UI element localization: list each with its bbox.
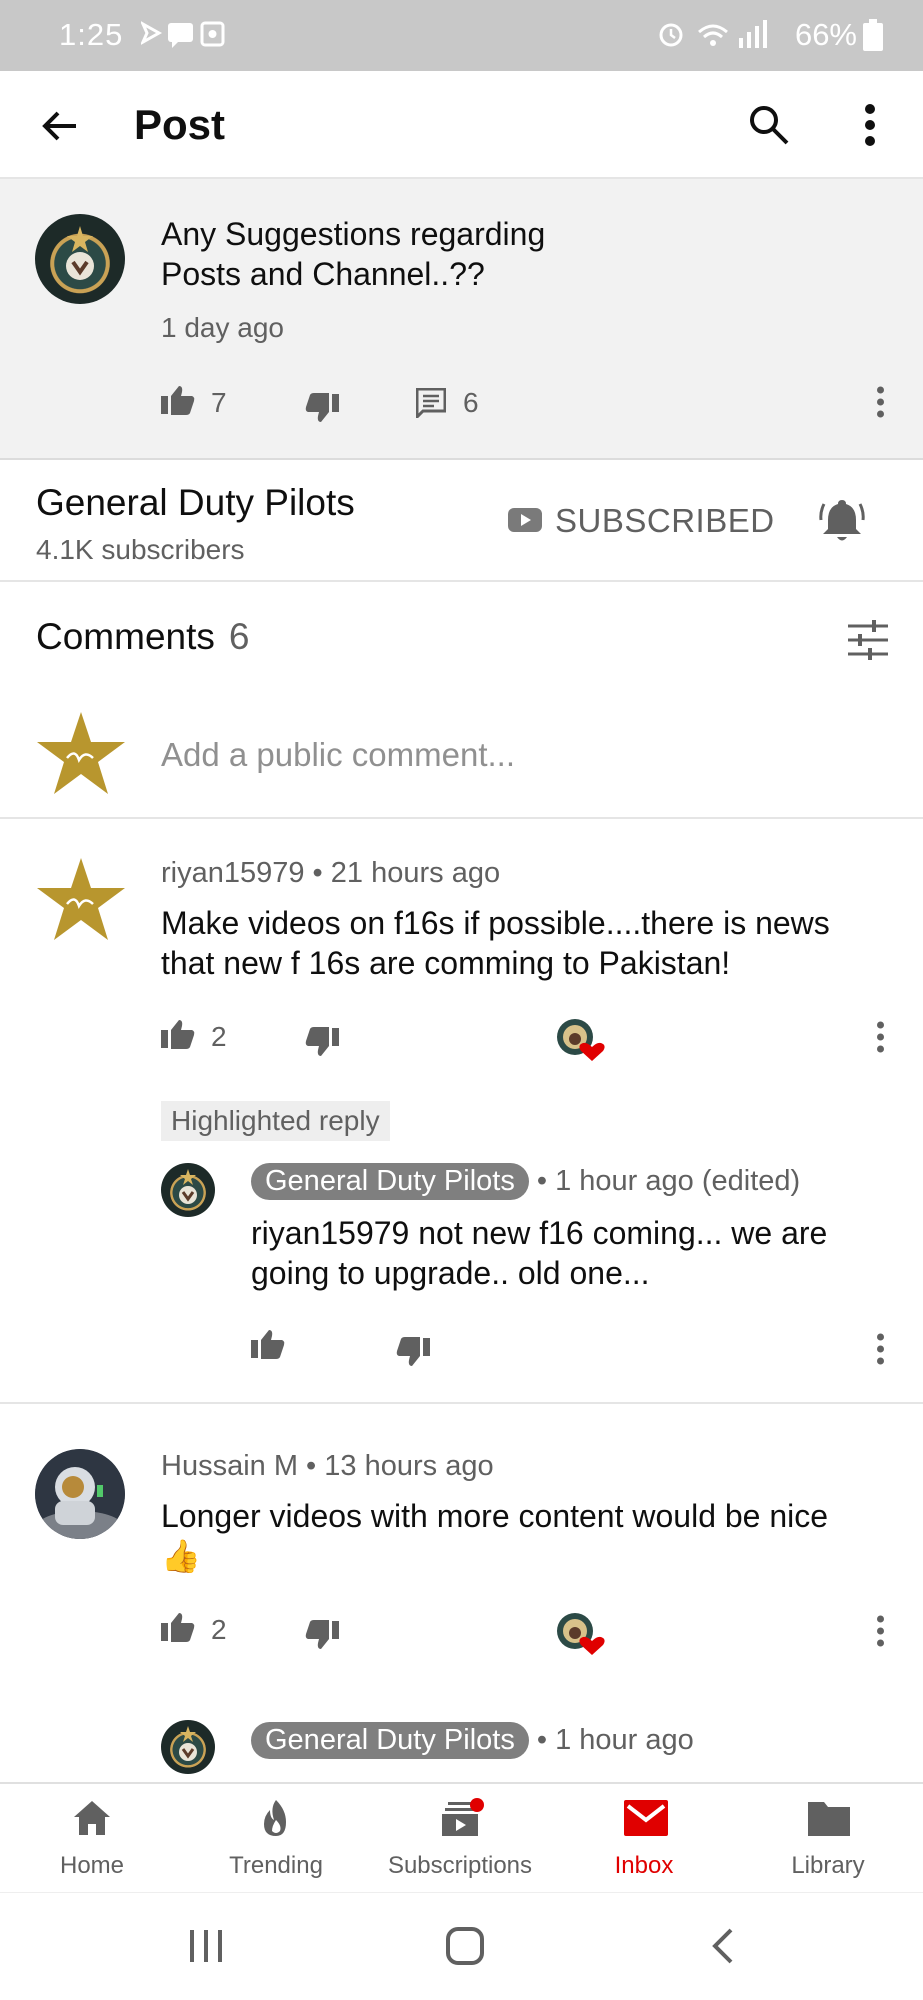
home-icon [74, 1801, 110, 1835]
divider [0, 817, 923, 819]
thumbs-up-emoji: 👍 [161, 1538, 201, 1574]
battery-percent: 66% [794, 17, 857, 52]
comments-count: 6 [228, 616, 250, 657]
post-text: Any Suggestions regarding Posts and Chan… [161, 216, 546, 292]
notification-bell-icon[interactable] [818, 496, 866, 544]
highlighted-reply-label: Highlighted reply [161, 1101, 390, 1141]
comment-text-content: Longer videos with more content would be… [161, 1498, 829, 1534]
reply-text: riyan15979 not new f16 coming... we are … [251, 1215, 828, 1291]
divider [0, 1402, 923, 1404]
comment-more-icon[interactable] [876, 1615, 885, 1647]
reply-avatar[interactable] [161, 1163, 215, 1217]
post-more-icon[interactable] [876, 386, 885, 418]
sort-filter-icon[interactable] [848, 620, 888, 660]
comment-age: 13 hours ago [324, 1450, 494, 1482]
comment-text: Make videos on f16s if possible....there… [161, 905, 830, 981]
thumbs-down-icon[interactable] [396, 1336, 430, 1368]
comment-like-count: 2 [211, 1614, 227, 1645]
notification-icons [141, 21, 225, 48]
post-comment-count: 6 [463, 387, 479, 418]
thumbs-up-icon[interactable] [161, 1018, 195, 1050]
more-options-icon[interactable] [864, 103, 876, 147]
reply-avatar[interactable] [161, 1720, 215, 1774]
nav-label: Library [791, 1852, 865, 1879]
system-navigation [0, 1892, 923, 2000]
thumbs-up-icon[interactable] [161, 1611, 195, 1643]
thumbs-down-icon[interactable] [305, 1026, 339, 1058]
community-post: Any Suggestions regarding Posts and Chan… [0, 179, 923, 460]
inbox-icon [624, 1800, 668, 1836]
recents-icon[interactable] [188, 1928, 224, 1964]
subscriber-count: 4.1K subscribers [36, 534, 245, 565]
comment-meta: Hussain M • 13 hours ago [161, 1450, 494, 1482]
comments-header: Comments 6 [36, 616, 249, 658]
post-age: 1 day ago [161, 312, 284, 343]
comment-text: Longer videos with more content would be… [161, 1496, 891, 1576]
subscribed-button[interactable]: SUBSCRIBED [555, 502, 775, 540]
back-arrow-icon[interactable] [40, 106, 80, 146]
thumbs-up-icon[interactable] [161, 384, 195, 416]
commenter-avatar-star-icon[interactable] [37, 858, 125, 940]
thumbs-down-icon[interactable] [305, 392, 339, 424]
nav-label: Inbox [614, 1852, 674, 1879]
home-button-icon[interactable] [445, 1926, 485, 1966]
subscriptions-icon [442, 1798, 484, 1836]
comment-more-icon[interactable] [876, 1021, 885, 1053]
status-time: 1:25 [59, 17, 124, 52]
reply-meta: General Duty Pilots • 1 hour ago (edited… [251, 1163, 800, 1200]
comment-meta: riyan15979 • 21 hours ago [161, 857, 501, 889]
app-bar: Post [0, 71, 923, 179]
thumbs-down-icon[interactable] [305, 1619, 339, 1651]
comment-like-count: 2 [211, 1021, 227, 1052]
astronaut-image [35, 1449, 125, 1539]
reply-age: 1 hour ago [555, 1724, 694, 1756]
bottom-navigation: Home Trending Subscriptions Inbox Librar… [0, 1782, 923, 1892]
comment-age: 21 hours ago [330, 857, 501, 889]
battery-icon [863, 19, 883, 51]
status-bar: 1:25 66% [0, 0, 923, 71]
nav-trending[interactable]: Trending [184, 1784, 368, 1894]
reply-meta: General Duty Pilots • 1 hour ago [251, 1722, 694, 1759]
post-like-count: 7 [211, 387, 227, 418]
folder-icon [808, 1802, 850, 1836]
flame-icon [264, 1800, 286, 1836]
creator-heart-icon [557, 1019, 605, 1061]
reply-age: 1 hour ago (edited) [555, 1165, 801, 1197]
comment-author[interactable]: riyan15979 [161, 857, 305, 889]
creator-name-pill[interactable]: General Duty Pilots [251, 1722, 529, 1759]
emblem-icon [66, 226, 94, 280]
system-status-icons [659, 20, 767, 48]
back-button-icon[interactable] [711, 1928, 735, 1964]
creator-heart-icon [557, 1613, 605, 1655]
search-icon[interactable] [748, 104, 790, 146]
emblem-icon [179, 1726, 197, 1761]
comments-title: Comments [36, 616, 215, 657]
add-comment-input[interactable]: Add a public comment... [161, 736, 515, 774]
user-avatar-star-icon [37, 712, 125, 794]
comment-icon[interactable] [416, 388, 446, 418]
commenter-avatar-photo[interactable] [35, 1449, 125, 1539]
creator-name-pill[interactable]: General Duty Pilots [251, 1163, 529, 1200]
channel-row: General Duty Pilots 4.1K subscribers SUB… [0, 460, 923, 582]
nav-subscriptions[interactable]: Subscriptions [368, 1784, 552, 1894]
thumbs-up-icon[interactable] [251, 1328, 285, 1360]
comment-author[interactable]: Hussain M [161, 1450, 298, 1482]
nav-label: Home [59, 1852, 125, 1879]
nav-home[interactable]: Home [0, 1784, 184, 1894]
nav-inbox[interactable]: Inbox [552, 1784, 736, 1894]
nav-library[interactable]: Library [736, 1784, 920, 1894]
youtube-play-icon [508, 508, 542, 532]
channel-avatar[interactable] [35, 214, 125, 304]
channel-name[interactable]: General Duty Pilots [36, 482, 355, 524]
nav-label: Subscriptions [387, 1852, 533, 1879]
emblem-icon [179, 1169, 197, 1204]
reply-more-icon[interactable] [876, 1333, 885, 1365]
page-title: Post [134, 101, 226, 148]
nav-label: Trending [229, 1852, 323, 1879]
